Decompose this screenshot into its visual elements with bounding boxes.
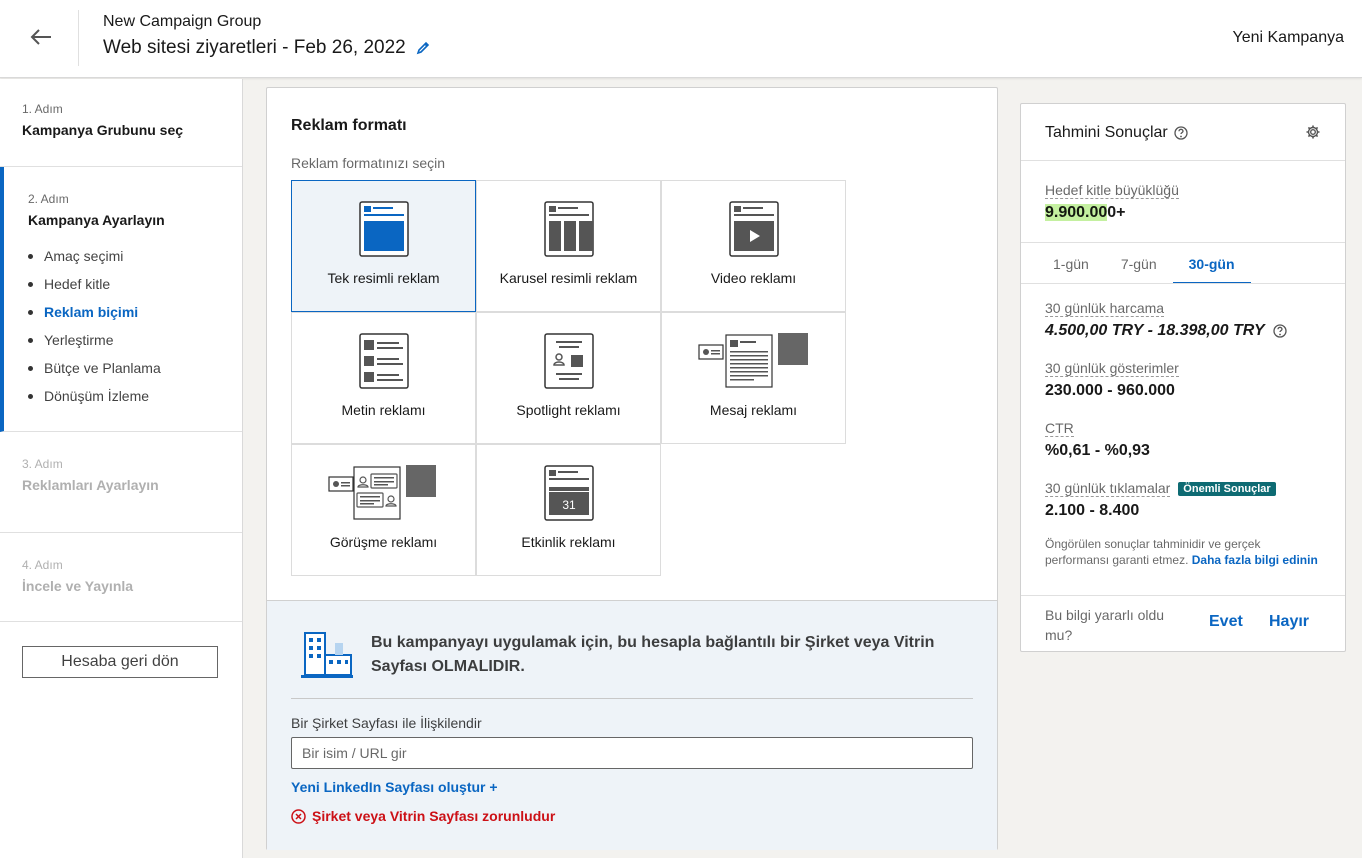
carousel-ad-icon	[543, 201, 594, 257]
substep-ad-format[interactable]: Reklam biçimi	[28, 298, 242, 326]
back-arrow-button[interactable]	[22, 22, 60, 52]
event-ad-icon: 31	[543, 465, 594, 521]
impressions-label: 30 günlük gösterimler	[1045, 360, 1179, 377]
step-2[interactable]: 2. Adım Kampanya Ayarlayın Amaç seçimi H…	[0, 167, 242, 432]
format-tile-video[interactable]: Video reklamı	[661, 180, 846, 312]
feedback-no-button[interactable]: Hayır	[1269, 613, 1309, 631]
step-number: 1. Adım	[22, 102, 63, 116]
error-text: Şirket veya Vitrin Sayfası zorunludur	[312, 808, 556, 824]
section-divider	[291, 698, 973, 699]
ctr-label: CTR	[1045, 420, 1074, 437]
single-image-ad-icon	[358, 201, 409, 257]
text-ad-icon	[358, 333, 409, 389]
company-page-error: Şirket veya Vitrin Sayfası zorunludur	[291, 808, 555, 824]
format-label: Mesaj reklamı	[709, 402, 798, 418]
period-tabs: 1-gün 7-gün 30-gün	[1021, 243, 1345, 284]
format-tile-text[interactable]: Metin reklamı	[291, 312, 476, 444]
ad-format-card: Reklam formatı Reklam formatınızı seçin …	[266, 87, 998, 850]
step-3: 3. Adım Reklamları Ayarlayın	[0, 432, 242, 533]
campaign-title-text: Web sitesi ziyaretleri - Feb 26, 2022	[103, 37, 406, 58]
spotlight-ad-icon	[543, 333, 594, 389]
edit-pencil-icon[interactable]	[416, 41, 430, 55]
associate-page-label: Bir Şirket Sayfası ile İlişkilendir	[291, 715, 482, 731]
step-title: Reklamları Ayarlayın	[22, 477, 159, 493]
audience-size-value: 9.900.000+	[1045, 204, 1126, 221]
company-page-warning: Bu kampanyayı uygulamak için, bu hesapla…	[371, 634, 935, 675]
substep-audience[interactable]: Hedef kitle	[28, 270, 242, 298]
forecast-card: Tahmini Sonuçlar Hedef kitle büyüklüğü 9…	[1020, 103, 1346, 652]
step-title: Kampanya Ayarlayın	[28, 212, 165, 228]
step-2-substeps: Amaç seçimi Hedef kitle Reklam biçimi Ye…	[28, 242, 242, 410]
campaign-title: Web sitesi ziyaretleri - Feb 26, 2022	[103, 37, 430, 59]
step-number: 2. Adım	[28, 192, 69, 206]
clicks-label: 30 günlük tıklamalar Önemli Sonuçlar	[1045, 480, 1276, 497]
forecast-divider	[1021, 283, 1345, 284]
tab-1-day[interactable]: 1-gün	[1037, 243, 1105, 284]
format-tile-carousel[interactable]: Karusel resimli reklam	[476, 180, 661, 312]
ctr-value: %0,61 - %0,93	[1045, 442, 1150, 459]
company-page-input[interactable]	[291, 737, 973, 769]
format-label: Video reklamı	[710, 270, 797, 286]
format-label: Spotlight reklamı	[516, 402, 621, 418]
spend-label: 30 günlük harcama	[1045, 300, 1165, 317]
step-title: İncele ve Yayınla	[22, 578, 134, 594]
forecast-disclaimer: Öngörülen sonuçlar tahminidir ve gerçek …	[1045, 537, 1318, 567]
substep-objective[interactable]: Amaç seçimi	[28, 242, 242, 270]
format-tile-event[interactable]: 31 Etkinlik reklamı	[476, 444, 661, 576]
forecast-divider	[1021, 160, 1345, 161]
error-circle-icon	[291, 808, 306, 824]
feedback-question: Bu bilgi yararlı oldu mu?	[1045, 607, 1165, 643]
back-arrow-icon	[30, 29, 51, 45]
step-1[interactable]: 1. Adım Kampanya Grubunu seç	[0, 79, 242, 167]
format-tile-conversation[interactable]: Görüşme reklamı	[291, 444, 476, 576]
forecast-title: Tahmini Sonuçlar	[1045, 124, 1188, 142]
format-label: Metin reklamı	[341, 402, 426, 418]
back-to-account-button[interactable]: Hesaba geri dön	[22, 646, 218, 678]
section-title: Reklam formatı	[291, 117, 407, 134]
step-4: 4. Adım İncele ve Yayınla	[0, 533, 242, 622]
help-icon[interactable]	[1174, 126, 1188, 140]
conversation-ad-icon	[327, 465, 436, 520]
help-icon[interactable]	[1273, 324, 1287, 338]
tab-30-day[interactable]: 30-gün	[1172, 243, 1251, 284]
clicks-value: 2.100 - 8.400	[1045, 502, 1140, 519]
company-page-section: Bu kampanyayı uygulamak için, bu hesapla…	[267, 600, 997, 850]
spend-value: 4.500,00 TRY - 18.398,00 TRY	[1045, 322, 1287, 340]
gear-icon[interactable]	[1305, 124, 1321, 140]
forecast-title-text: Tahmini Sonuçlar	[1045, 124, 1168, 141]
step-number: 3. Adım	[22, 457, 63, 471]
message-ad-icon	[697, 333, 808, 388]
feedback-yes-button[interactable]: Evet	[1209, 613, 1243, 631]
section-subtitle: Reklam formatınızı seçin	[291, 155, 446, 171]
audience-size-label: Hedef kitle büyüklüğü	[1045, 182, 1179, 199]
company-building-icon	[301, 632, 353, 678]
format-tile-single-image[interactable]: Tek resimli reklam	[291, 180, 476, 312]
learn-more-link[interactable]: Daha fazla bilgi edinin	[1192, 553, 1318, 567]
header-divider	[78, 10, 79, 66]
format-tile-spotlight[interactable]: Spotlight reklamı	[476, 312, 661, 444]
format-label: Karusel resimli reklam	[499, 270, 638, 286]
substep-budget[interactable]: Bütçe ve Planlama	[28, 354, 242, 382]
campaign-group-name: New Campaign Group	[103, 13, 262, 30]
format-label: Etkinlik reklamı	[521, 534, 616, 550]
forecast-divider	[1021, 595, 1345, 596]
step-title: Kampanya Grubunu seç	[22, 122, 184, 138]
steps-sidebar: 1. Adım Kampanya Grubunu seç 2. Adım Kam…	[0, 79, 243, 858]
step-number: 4. Adım	[22, 558, 63, 572]
new-campaign-label: Yeni Kampanya	[1232, 29, 1345, 46]
top-header: New Campaign Group Web sitesi ziyaretler…	[0, 0, 1362, 78]
format-tile-message[interactable]: Mesaj reklamı	[661, 312, 846, 444]
calendar-day: 31	[562, 498, 576, 512]
format-label: Görüşme reklamı	[329, 534, 438, 550]
substep-conversion[interactable]: Dönüşüm İzleme	[28, 382, 242, 410]
tab-7-day[interactable]: 7-gün	[1105, 243, 1173, 284]
video-ad-icon	[728, 201, 779, 257]
format-label: Tek resimli reklam	[327, 270, 440, 286]
create-linkedin-page-link[interactable]: Yeni LinkedIn Sayfası oluştur +	[291, 779, 498, 795]
key-results-badge: Önemli Sonuçlar	[1178, 482, 1276, 497]
impressions-value: 230.000 - 960.000	[1045, 382, 1175, 399]
substep-placement[interactable]: Yerleştirme	[28, 326, 242, 354]
